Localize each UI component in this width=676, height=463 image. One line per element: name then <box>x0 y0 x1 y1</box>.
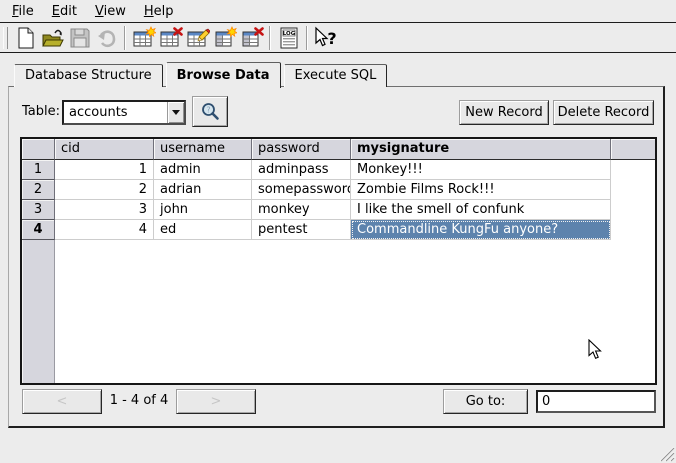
create-table-icon <box>132 26 156 50</box>
cell-cid[interactable]: 3 <box>55 200 154 220</box>
delete-table-icon <box>159 26 183 50</box>
column-header-cid[interactable]: cid <box>55 139 154 160</box>
search-button[interactable]: ? <box>192 96 228 127</box>
create-table-button[interactable] <box>130 24 157 51</box>
tab-database-structure[interactable]: Database Structure <box>14 64 163 87</box>
next-page-button[interactable]: > <box>176 389 256 414</box>
cell-username[interactable]: admin <box>154 160 252 180</box>
save-database-button[interactable] <box>66 24 93 51</box>
menu-file[interactable]: File <box>3 2 43 21</box>
cell-mysignature-selected[interactable]: Commandline KungFu anyone? <box>351 220 611 240</box>
cell-password[interactable]: pentest <box>252 220 351 240</box>
cell-cid[interactable]: 4 <box>55 220 154 240</box>
new-record-button[interactable]: New Record <box>459 100 549 125</box>
create-index-button[interactable] <box>211 24 238 51</box>
table-select[interactable]: accounts <box>62 100 186 125</box>
row-filler <box>611 200 655 220</box>
cell-cid[interactable]: 1 <box>55 160 154 180</box>
column-header-password[interactable]: password <box>252 139 351 160</box>
svg-text:?: ? <box>206 105 210 114</box>
cell-password[interactable]: adminpass <box>252 160 351 180</box>
cell-mysignature[interactable]: Zombie Films Rock!!! <box>351 180 611 200</box>
table-header-filler <box>611 139 655 160</box>
open-database-button[interactable] <box>39 24 66 51</box>
menu-edit[interactable]: Edit <box>43 2 86 21</box>
row-filler <box>611 160 655 180</box>
open-database-icon <box>41 26 65 50</box>
delete-table-button[interactable] <box>157 24 184 51</box>
previous-page-button[interactable]: < <box>22 389 102 414</box>
cell-username[interactable]: adrian <box>154 180 252 200</box>
menu-bar: File Edit View Help <box>0 0 676 23</box>
menu-view[interactable]: View <box>86 2 135 21</box>
cell-mysignature[interactable]: I like the smell of confunk <box>351 200 611 220</box>
table-row: 2 2 adrian somepassword Zombie Films Roc… <box>22 180 655 200</box>
undo-icon <box>95 26 119 50</box>
table-corner-header[interactable] <box>22 139 55 160</box>
whats-this-button[interactable]: ? <box>312 24 339 51</box>
tab-execute-sql[interactable]: Execute SQL <box>284 64 388 87</box>
goto-record-input[interactable] <box>536 390 656 413</box>
row-header[interactable]: 2 <box>22 180 55 200</box>
cell-username[interactable]: ed <box>154 220 252 240</box>
row-filler <box>611 220 655 240</box>
save-database-icon <box>68 26 92 50</box>
table-row: 3 3 john monkey I like the smell of conf… <box>22 200 655 220</box>
cell-password[interactable]: monkey <box>252 200 351 220</box>
column-header-username[interactable]: username <box>154 139 252 160</box>
new-database-button[interactable] <box>12 24 39 51</box>
toolbar-separator <box>124 26 126 50</box>
tab-browse-data[interactable]: Browse Data <box>166 62 281 88</box>
resize-grip[interactable] <box>657 444 675 462</box>
row-header-strip <box>22 240 55 383</box>
chevron-down-icon <box>172 110 180 115</box>
log-button[interactable]: LOG <box>275 24 302 51</box>
cell-password[interactable]: somepassword <box>252 180 351 200</box>
search-icon: ? <box>199 101 221 123</box>
tab-bar: Database Structure Browse Data Execute S… <box>14 61 390 87</box>
table-row-selected: 4 4 ed pentest Commandline KungFu anyone… <box>22 220 655 240</box>
mouse-cursor <box>588 339 602 361</box>
row-header[interactable]: 3 <box>22 200 55 220</box>
table-select-value: accounts <box>64 102 167 123</box>
create-index-icon <box>213 26 237 50</box>
modify-table-icon <box>186 26 210 50</box>
cell-cid[interactable]: 2 <box>55 180 154 200</box>
table-empty-body <box>55 240 655 383</box>
delete-index-button[interactable] <box>238 24 265 51</box>
delete-record-button[interactable]: Delete Record <box>553 100 654 125</box>
table-row: 1 1 admin adminpass Monkey!!! <box>22 160 655 180</box>
modify-table-button[interactable] <box>184 24 211 51</box>
browse-data-pane: Table: accounts ? New Record Delete Reco… <box>8 86 665 428</box>
column-header-mysignature[interactable]: mysignature <box>351 139 611 160</box>
log-icon: LOG <box>277 26 301 50</box>
delete-index-icon <box>240 26 264 50</box>
table-header-row: cid username password mysignature <box>22 139 655 160</box>
toolbar-separator <box>269 26 271 50</box>
table-label: Table: <box>22 104 60 119</box>
app-window: { "menu": { "items": [ { "key": "F", "re… <box>0 0 676 463</box>
cell-username[interactable]: john <box>154 200 252 220</box>
svg-text:?: ? <box>327 29 336 48</box>
toolbar: LOG ? <box>0 23 676 53</box>
cell-mysignature[interactable]: Monkey!!! <box>351 160 611 180</box>
toolbar-separator <box>306 26 308 50</box>
toolbar-drag-handle[interactable] <box>3 27 8 49</box>
record-range-label: 1 - 4 of 4 <box>106 393 172 408</box>
goto-button[interactable]: Go to: <box>443 389 528 414</box>
table-select-arrow-button[interactable] <box>167 102 184 123</box>
undo-button[interactable] <box>93 24 120 51</box>
row-filler <box>611 180 655 200</box>
records-table: cid username password mysignature 1 1 ad… <box>20 137 657 385</box>
whats-this-icon: ? <box>313 26 339 50</box>
new-database-icon <box>14 26 38 50</box>
svg-text:LOG: LOG <box>282 31 295 37</box>
row-header[interactable]: 4 <box>22 220 55 240</box>
row-header[interactable]: 1 <box>22 160 55 180</box>
menu-help[interactable]: Help <box>135 2 183 21</box>
table-empty-area <box>22 240 655 383</box>
